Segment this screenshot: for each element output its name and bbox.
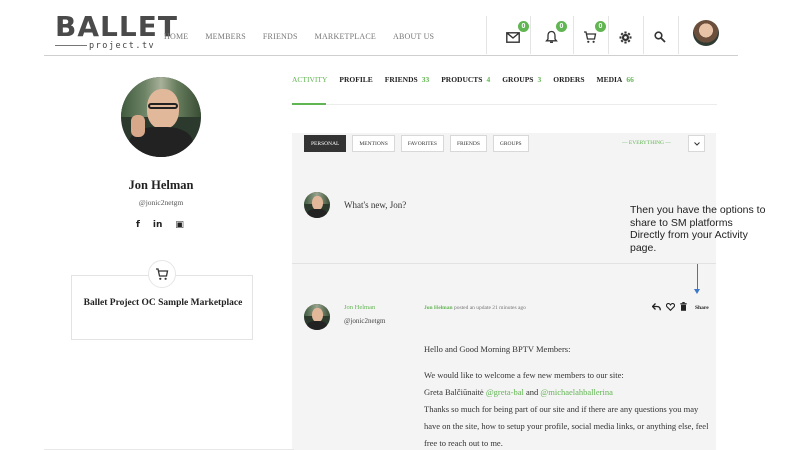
bell-icon — [544, 30, 558, 43]
select-dropdown-button[interactable] — [688, 135, 705, 152]
products-count: 4 — [486, 75, 491, 84]
media-count: 66 — [626, 75, 634, 84]
post-actions: Share — [651, 302, 709, 313]
post-meta-author-link[interactable]: Jon Helman — [424, 305, 453, 311]
tab-products[interactable]: PRODUCTS 4 — [441, 75, 490, 84]
filter-favorites[interactable]: FAVORITES — [400, 135, 444, 152]
activity-panel: PERSONAL MENTIONS FAVORITES FRIENDS GROU… — [292, 133, 716, 450]
heart-icon — [665, 302, 676, 311]
profile-avatar[interactable] — [121, 77, 201, 157]
cart-icon — [156, 268, 169, 280]
cart-button[interactable]: 0 — [580, 21, 606, 47]
profile-handle: @jonic2netgm — [138, 198, 184, 207]
groups-count: 3 — [537, 75, 542, 84]
cart-badge: 0 — [595, 21, 606, 32]
trash-icon — [680, 302, 687, 311]
mention-link[interactable]: @greta-bal — [486, 387, 524, 397]
instagram-icon[interactable]: ▣ — [175, 220, 184, 230]
share-button[interactable]: Share — [695, 305, 709, 311]
header-divider — [643, 16, 644, 54]
tab-orders[interactable]: ORDERS — [553, 75, 584, 84]
filter-mentions[interactable]: MENTIONS — [352, 135, 395, 152]
annotation-arrowhead — [694, 289, 700, 294]
tab-groups[interactable]: GROUPS 3 — [502, 75, 541, 84]
filter-groups[interactable]: GROUPS — [492, 135, 529, 152]
composer-divider — [292, 263, 716, 264]
post-line-thanks: Thanks so much for being part of our sit… — [424, 404, 709, 448]
chevron-down-icon — [693, 141, 700, 146]
gear-icon — [619, 31, 631, 43]
post-author-avatar[interactable] — [304, 304, 330, 330]
profile-tabs: ACTIVITY PROFILE FRIENDS 33 PRODUCTS 4 GRO… — [292, 75, 646, 84]
facebook-icon[interactable]: f — [136, 220, 140, 230]
nav-friends[interactable]: FRIENDS — [263, 32, 298, 41]
post-author-handle: @jonic2netgm — [344, 317, 386, 325]
whats-new-input[interactable]: What's new, Jon? — [344, 200, 406, 210]
post-line-members: Greta Balčiūnaitė @greta-bal and @michae… — [424, 387, 613, 397]
activity-type-select[interactable]: — EVERYTHING — — [622, 135, 671, 152]
logo-underline — [55, 45, 87, 46]
tabs-divider — [292, 104, 717, 105]
friends-count: 33 — [421, 75, 430, 84]
header-divider — [678, 16, 679, 54]
notifications-badge: 0 — [556, 21, 567, 32]
post-meta: Jon Helman posted an update 21 minutes a… — [424, 305, 526, 311]
tab-media[interactable]: MEDIA 66 — [597, 75, 634, 84]
main-nav: HOME MEMBERS FRIENDS MARKETPLACE ABOUT U… — [164, 32, 451, 41]
user-avatar[interactable] — [693, 20, 719, 46]
header-divider — [608, 16, 609, 54]
search-button[interactable] — [650, 27, 670, 47]
nav-about-us[interactable]: ABOUT US — [393, 32, 434, 41]
annotation-callout: Then you have the options to share to SM… — [630, 204, 766, 254]
mention-link[interactable]: @michaelahballerina — [540, 387, 613, 397]
reply-icon — [651, 302, 661, 310]
header-divider — [530, 16, 531, 54]
active-tab-indicator — [292, 103, 326, 105]
envelope-icon — [506, 31, 520, 43]
tab-activity[interactable]: ACTIVITY — [292, 75, 327, 84]
post-content: Hello and Good Morning BPTV Members: We … — [424, 341, 714, 450]
site-logo[interactable]: BALLET project.tv — [55, 12, 177, 54]
delete-button[interactable] — [680, 302, 687, 313]
activity-filters: PERSONAL MENTIONS FAVORITES FRIENDS GROU… — [304, 135, 529, 152]
header-divider — [486, 16, 487, 54]
post-line-welcome: We would like to welcome a few new membe… — [424, 370, 624, 380]
tab-friends[interactable]: FRIENDS 33 — [385, 75, 429, 84]
reply-button[interactable] — [651, 302, 661, 313]
logo-wordmark: BALLET — [55, 10, 178, 43]
social-links: f in ▣ — [136, 220, 184, 230]
post-author-name[interactable]: Jon Helman — [344, 304, 375, 311]
marketplace-cart-icon — [148, 260, 176, 288]
notifications-button[interactable]: 0 — [541, 21, 567, 47]
profile-name: Jon Helman — [128, 178, 194, 192]
composer-avatar[interactable] — [304, 192, 330, 218]
nav-home[interactable]: HOME — [164, 32, 188, 41]
messages-badge: 0 — [518, 21, 529, 32]
filter-personal[interactable]: PERSONAL — [304, 135, 347, 152]
favorite-button[interactable] — [665, 302, 676, 313]
tab-profile[interactable]: PROFILE — [339, 75, 372, 84]
cart-icon — [584, 31, 597, 43]
header-divider-line — [44, 55, 738, 56]
settings-button[interactable] — [615, 27, 635, 47]
site-header: BALLET project.tv HOME MEMBERS FRIENDS M… — [0, 0, 800, 56]
logo-subtitle: project.tv — [89, 41, 156, 51]
header-divider — [573, 16, 574, 54]
filter-friends[interactable]: FRIENDS — [449, 135, 487, 152]
nav-marketplace[interactable]: MARKETPLACE — [315, 32, 376, 41]
post-greeting: Hello and Good Morning BPTV Members: — [424, 344, 571, 354]
annotation-arrow-line — [697, 264, 698, 290]
marketplace-title: Ballet Project OC Sample Marketplace — [83, 298, 243, 308]
search-icon — [654, 31, 666, 43]
linkedin-icon[interactable]: in — [153, 220, 163, 230]
nav-members[interactable]: MEMBERS — [205, 32, 246, 41]
messages-button[interactable]: 0 — [503, 21, 529, 47]
